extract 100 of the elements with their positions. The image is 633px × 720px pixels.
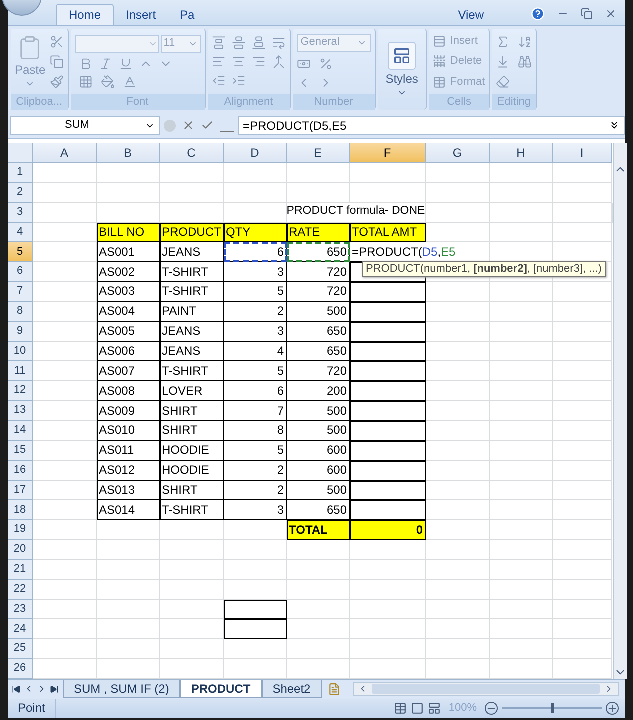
help-icon[interactable] [531,7,545,21]
row-header[interactable]: 25 [8,639,33,660]
row-header[interactable]: 19 [8,520,33,540]
wrap-text-icon[interactable] [272,36,286,50]
merge-icon[interactable] [272,54,286,68]
row-header[interactable]: 10 [8,342,33,362]
italic-icon[interactable] [98,56,113,70]
top-align-icon[interactable] [212,36,226,50]
sheet-tab[interactable]: SUM , SUM IF (2) [63,680,180,698]
zoom-in-icon[interactable] [606,702,619,715]
align-left-icon[interactable] [212,54,226,68]
ribbon-tab[interactable]: Home [56,4,114,25]
row-header[interactable]: 17 [8,480,33,500]
row-header[interactable]: 16 [8,460,33,480]
column-header[interactable]: E [287,143,350,163]
column-header[interactable]: G [426,143,490,163]
row-header[interactable]: 5 [8,242,33,262]
row-header[interactable]: 15 [8,440,33,461]
vertical-scrollbar[interactable] [613,143,627,679]
underline-icon[interactable] [118,56,133,70]
row-header[interactable]: 18 [8,500,33,520]
row-header[interactable]: 12 [8,381,33,402]
cell-editor[interactable]: =PRODUCT(D5,E5 [350,242,458,262]
zoom-slider[interactable] [502,703,602,714]
percent-icon[interactable] [318,56,333,70]
table-cell [33,500,97,520]
row-header[interactable]: 2 [8,182,33,203]
increase-indent-icon[interactable] [232,74,246,88]
table-cell [97,619,160,640]
table-cell: AS014 [97,500,160,520]
zoom-out-icon[interactable] [485,702,498,715]
last-sheet-icon[interactable] [50,684,59,694]
row-header[interactable]: 26 [8,659,33,679]
eraser-icon[interactable] [496,74,510,88]
name-box[interactable]: SUM [10,116,160,135]
column-header[interactable]: B [97,143,160,163]
select-all-corner[interactable] [8,143,33,163]
normal-view-icon[interactable] [394,702,407,715]
table-cell [553,222,612,242]
row-header[interactable]: 1 [8,163,33,183]
row-header[interactable]: 24 [8,619,33,640]
find-icon[interactable] [518,54,532,68]
bottom-align-icon[interactable] [252,36,266,50]
ribbon-tab[interactable]: View [446,4,496,25]
row-header[interactable]: 7 [8,282,33,302]
column-header[interactable]: D [224,143,287,163]
table-cell: JEANS [160,242,224,262]
row-header[interactable]: 8 [8,302,33,322]
table-cell [33,262,97,282]
table-cell [426,480,490,500]
font-name-field[interactable] [74,34,159,52]
sheet-tab[interactable]: Sheet2 [262,680,322,698]
column-header[interactable]: C [160,143,224,163]
table-cell [160,639,224,660]
row-header[interactable]: 20 [8,540,33,560]
borders-icon[interactable] [78,74,93,88]
column-header[interactable]: H [490,143,553,163]
fill-icon[interactable] [496,54,510,68]
ribbon-tab[interactable]: Pa [168,4,207,25]
cancel-icon[interactable] [182,119,195,132]
decrease-indent-icon[interactable] [212,74,226,88]
align-center-icon[interactable] [232,54,246,68]
brush-icon[interactable] [50,74,64,88]
sort-icon[interactable] [518,34,532,48]
row-header[interactable]: 9 [8,322,33,342]
fill-color-icon[interactable] [100,74,115,88]
row-header[interactable]: 4 [8,222,33,242]
middle-align-icon[interactable] [232,36,246,50]
new-sheet-icon[interactable] [328,682,341,696]
row-header[interactable]: 6 [8,262,33,282]
row-header[interactable]: 11 [8,361,33,382]
copy-icon[interactable] [50,54,64,68]
horizontal-scrollbar[interactable] [352,682,619,696]
row-header[interactable]: 21 [8,560,33,580]
scrollbar-thumb[interactable] [372,684,600,694]
row-header[interactable]: 22 [8,580,33,600]
table-cell [33,619,97,640]
table-cell [426,440,490,461]
sheet-tab[interactable]: PRODUCT [180,680,262,698]
restore-icon[interactable] [581,8,593,20]
row-header[interactable]: 14 [8,420,33,441]
close-icon[interactable] [605,8,617,20]
column-header[interactable]: F [350,143,426,163]
slider-thumb[interactable] [551,703,554,714]
first-sheet-icon[interactable] [12,684,21,694]
column-header[interactable]: A [33,143,97,163]
row-header[interactable]: 23 [8,600,33,620]
font-color-icon[interactable] [122,74,137,88]
expand-icon[interactable] [609,120,620,131]
page-break-icon[interactable] [428,702,441,715]
formula-field[interactable]: =PRODUCT(D5,E5 [238,116,625,135]
column-header[interactable]: I [553,143,612,163]
page-layout-icon[interactable] [410,702,424,715]
table-cell [490,500,553,520]
cut-icon[interactable] [50,34,64,48]
align-right-icon[interactable] [252,54,266,68]
ribbon-tab[interactable]: Insert [114,4,168,25]
row-header[interactable]: 13 [8,401,33,421]
styles-button[interactable]: Styles [382,42,422,98]
row-header[interactable]: 3 [8,202,33,223]
